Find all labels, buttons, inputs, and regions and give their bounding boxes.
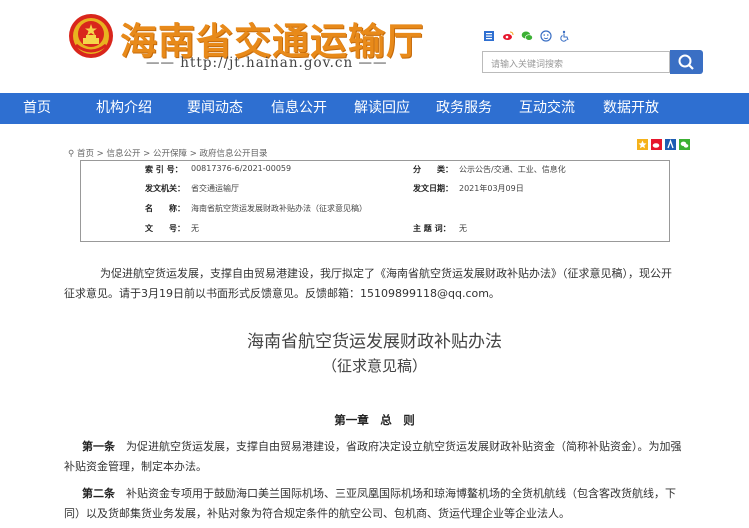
name-value: 海南省航空货运发展财政补贴办法（征求意见稿） (191, 204, 367, 213)
document-subtitle: （征求意见稿） (321, 357, 427, 375)
wechat-icon[interactable] (521, 30, 533, 42)
date-value: 2021年03月09日 (459, 184, 524, 193)
nav-item-about[interactable]: 机构介绍 (74, 93, 174, 124)
info-row-index: 索 引 号： 00817376-6/2021-00059 分 类： 公示公告/交… (81, 164, 671, 183)
info-row-docno: 文 号： 无 主 题 词： 无 (81, 223, 671, 242)
article-2-text: 补贴资金专项用于鼓励海口美兰国际机场、三亚凤凰国际机场和琼海博鳌机场的全货机航线… (64, 487, 676, 520)
article-1-label: 第一条 (82, 440, 115, 453)
search-button[interactable] (670, 50, 703, 74)
info-row-name: 名 称： 海南省航空货运发展财政补贴办法（征求意见稿） (81, 203, 671, 222)
keyword-value: 无 (459, 224, 467, 233)
date-label: 发文日期： (413, 184, 453, 193)
site-header: 海南省交通运输厅 —— http://jt.hainan.gov.cn —— 请… (0, 0, 749, 93)
nav-item-services[interactable]: 政务服务 (422, 93, 506, 124)
index-label: 索 引 号： (145, 165, 183, 174)
elderly-icon[interactable] (540, 30, 552, 42)
article-1-text: 为促进航空货运发展，支撑自由贸易港建设，省政府决定设立航空货运发展财政补贴资金（… (64, 440, 682, 473)
document-title: 海南省航空货运发展财政补贴办法 (247, 332, 502, 352)
nav-item-open-data[interactable]: 数据开放 (588, 93, 674, 124)
category-value: 公示公告/交通、工业、信息化 (459, 165, 566, 174)
docno-value: 无 (191, 224, 199, 233)
category-label: 分 类： (413, 165, 453, 174)
breadcrumb: ⚲ 首页 > 信息公开 > 公开保障 > 政府信息公开目录 (68, 147, 268, 159)
info-row-issuer: 发文机关： 省交通运输厅 发文日期： 2021年03月09日 (81, 183, 671, 202)
search-icon (678, 54, 694, 70)
article-2: 第二条 补贴资金专项用于鼓励海口美兰国际机场、三亚凤凰国际机场和琼海博鳌机场的全… (64, 484, 688, 524)
national-emblem-icon (69, 14, 113, 58)
share-qzone-icon[interactable] (637, 139, 648, 150)
main-nav: 首页 机构介绍 要闻动态 信息公开 解读回应 政务服务 互动交流 数据开放 (0, 93, 749, 124)
document-info-table: 索 引 号： 00817376-6/2021-00059 分 类： 公示公告/交… (80, 160, 670, 242)
share-weibo-icon[interactable] (651, 139, 662, 150)
accessibility-icon[interactable] (483, 30, 495, 42)
name-label: 名 称： (145, 204, 185, 213)
share-renren-icon[interactable] (665, 139, 676, 150)
header-icon-bar (483, 30, 571, 42)
chapter-heading: 第一章 总 则 (334, 413, 415, 427)
article-1: 第一条 为促进航空货运发展，支撑自由贸易港建设，省政府决定设立航空货运发展财政补… (64, 437, 688, 477)
nav-item-home[interactable]: 首页 (0, 93, 74, 124)
location-icon: ⚲ (68, 149, 75, 159)
nav-item-news[interactable]: 要闻动态 (174, 93, 256, 124)
nav-item-interpretation[interactable]: 解读回应 (342, 93, 422, 124)
issuer-label: 发文机关： (145, 184, 185, 193)
breadcrumb-text[interactable]: 首页 > 信息公开 > 公开保障 > 政府信息公开目录 (77, 149, 268, 159)
search-input[interactable]: 请输入关键词搜索 (482, 51, 670, 73)
barrier-free-icon[interactable] (559, 30, 571, 42)
weibo-icon[interactable] (502, 30, 514, 42)
nav-item-interaction[interactable]: 互动交流 (506, 93, 588, 124)
docno-label: 文 号： (145, 224, 185, 233)
share-wechat-icon[interactable] (679, 139, 690, 150)
keyword-label: 主 题 词： (413, 224, 451, 233)
issuer-value: 省交通运输厅 (191, 184, 239, 193)
site-url: —— http://jt.hainan.gov.cn —— (146, 55, 388, 71)
share-icon-bar (637, 139, 690, 150)
index-value: 00817376-6/2021-00059 (191, 164, 292, 173)
intro-paragraph: 为促进航空货运发展，支撑自由贸易港建设，我厅拟定了《海南省航空货运发展财政补贴办… (64, 264, 680, 304)
article-2-label: 第二条 (82, 487, 115, 500)
nav-item-info-disclosure[interactable]: 信息公开 (256, 93, 342, 124)
intro-text: 为促进航空货运发展，支撑自由贸易港建设，我厅拟定了《海南省航空货运发展财政补贴办… (64, 267, 672, 300)
